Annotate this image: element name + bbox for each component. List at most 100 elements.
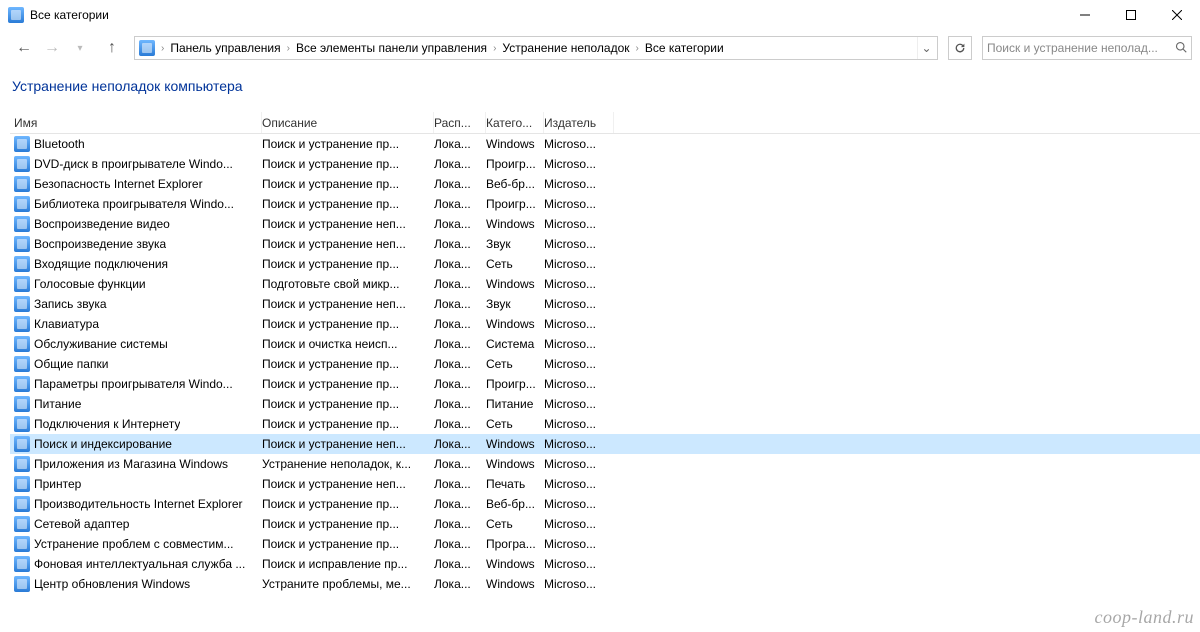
item-description: Поиск и устранение пр... [262, 517, 434, 531]
list-item[interactable]: Входящие подключенияПоиск и устранение п… [10, 254, 1200, 274]
item-name: Устранение проблем с совместим... [34, 537, 234, 551]
search-box[interactable] [982, 36, 1192, 60]
list-item[interactable]: ПитаниеПоиск и устранение пр...Лока...Пи… [10, 394, 1200, 414]
close-button[interactable] [1154, 0, 1200, 30]
item-name: Центр обновления Windows [34, 577, 190, 591]
list-item[interactable]: Параметры проигрывателя Windo...Поиск и … [10, 374, 1200, 394]
item-description: Поиск и устранение пр... [262, 157, 434, 171]
item-description: Поиск и устранение неп... [262, 477, 434, 491]
item-category: Проигр... [486, 197, 544, 211]
list-item[interactable]: BluetoothПоиск и устранение пр...Лока...… [10, 134, 1200, 154]
column-header-name[interactable]: Имя [10, 112, 262, 133]
item-icon [14, 316, 30, 332]
navbar: ← → ▾ ↑ › Панель управления › Все элемен… [0, 30, 1200, 66]
list-item[interactable]: Библиотека проигрывателя Windo...Поиск и… [10, 194, 1200, 214]
list-item[interactable]: Производительность Internet ExplorerПоис… [10, 494, 1200, 514]
breadcrumb-item[interactable]: Панель управления [166, 37, 284, 59]
column-header-publisher[interactable]: Издатель [544, 112, 614, 133]
column-header-category[interactable]: Катего... [486, 112, 544, 133]
address-bar[interactable]: › Панель управления › Все элементы панел… [134, 36, 938, 60]
list-item[interactable]: DVD-диск в проигрывателе Windo...Поиск и… [10, 154, 1200, 174]
list-item[interactable]: ПринтерПоиск и устранение неп...Лока...П… [10, 474, 1200, 494]
up-button[interactable]: ↑ [100, 36, 124, 60]
maximize-button[interactable] [1108, 0, 1154, 30]
list-item[interactable]: Сетевой адаптерПоиск и устранение пр...Л… [10, 514, 1200, 534]
item-icon [14, 236, 30, 252]
item-publisher: Microso... [544, 217, 614, 231]
forward-button[interactable]: → [40, 36, 64, 60]
address-dropdown[interactable]: ⌄ [917, 37, 935, 59]
item-category: Печать [486, 477, 544, 491]
item-category: Сеть [486, 517, 544, 531]
item-name: Сетевой адаптер [34, 517, 129, 531]
minimize-button[interactable] [1062, 0, 1108, 30]
list-item[interactable]: Подключения к Интернету Поиск и устранени… [10, 414, 1200, 434]
list-rows: BluetoothПоиск и устранение пр...Лока...… [10, 134, 1200, 594]
refresh-button[interactable] [948, 36, 972, 60]
item-category: Сеть [486, 257, 544, 271]
item-location: Лока... [434, 457, 486, 471]
list-item[interactable]: КлавиатураПоиск и устранение пр...Лока..… [10, 314, 1200, 334]
item-publisher: Microso... [544, 537, 614, 551]
item-name: Запись звука [34, 297, 107, 311]
item-description: Поиск и устранение пр... [262, 177, 434, 191]
item-icon [14, 576, 30, 592]
item-description: Подготовьте свой микр... [262, 277, 434, 291]
list-item[interactable]: Приложения из Магазина WindowsУстранение… [10, 454, 1200, 474]
list-item[interactable]: Воспроизведение звукаПоиск и устранение … [10, 234, 1200, 254]
item-publisher: Microso... [544, 277, 614, 291]
item-category: Windows [486, 577, 544, 591]
search-input[interactable] [987, 41, 1187, 55]
item-location: Лока... [434, 277, 486, 291]
item-icon [14, 356, 30, 372]
item-location: Лока... [434, 197, 486, 211]
column-header-location[interactable]: Расп... [434, 112, 486, 133]
back-button[interactable]: ← [12, 36, 36, 60]
item-description: Поиск и устранение неп... [262, 217, 434, 231]
item-name: Bluetooth [34, 137, 85, 151]
item-icon [14, 336, 30, 352]
item-description: Поиск и устранение пр... [262, 417, 434, 431]
item-publisher: Microso... [544, 397, 614, 411]
item-icon [14, 556, 30, 572]
list-item[interactable]: Обслуживание системы Поиск и очистка неис… [10, 334, 1200, 354]
item-publisher: Microso... [544, 417, 614, 431]
list-item[interactable]: Голосовые функцииПодготовьте свой микр..… [10, 274, 1200, 294]
item-icon [14, 496, 30, 512]
list-item[interactable]: Фоновая интеллектуальная служба ...Поиск… [10, 554, 1200, 574]
item-publisher: Microso... [544, 477, 614, 491]
item-publisher: Microso... [544, 177, 614, 191]
item-icon [14, 176, 30, 192]
breadcrumb-item[interactable]: Все элементы панели управления [292, 37, 491, 59]
item-name: Подключения к Интернету [34, 417, 180, 431]
list-item[interactable]: Безопасность Internet ExplorerПоиск и ус… [10, 174, 1200, 194]
breadcrumb-item[interactable]: Устранение неполадок [498, 37, 633, 59]
item-publisher: Microso... [544, 257, 614, 271]
list-item[interactable]: Поиск и индексированиеПоиск и устранение… [10, 434, 1200, 454]
column-header-description[interactable]: Описание [262, 112, 434, 133]
item-icon [14, 476, 30, 492]
list-item[interactable]: Центр обновления WindowsУстраните пробле… [10, 574, 1200, 594]
list-item[interactable]: Общие папки Поиск и устранение пр...Лока.… [10, 354, 1200, 374]
list-item[interactable]: Воспроизведение видеоПоиск и устранение … [10, 214, 1200, 234]
list-item[interactable]: Устранение проблем с совместим... Поиск и… [10, 534, 1200, 554]
item-category: Сеть [486, 417, 544, 431]
item-category: Питание [486, 397, 544, 411]
item-publisher: Microso... [544, 457, 614, 471]
item-location: Лока... [434, 237, 486, 251]
item-description: Поиск и устранение неп... [262, 297, 434, 311]
item-publisher: Microso... [544, 197, 614, 211]
titlebar: Все категории [0, 0, 1200, 30]
item-description: Поиск и устранение пр... [262, 357, 434, 371]
item-location: Лока... [434, 357, 486, 371]
item-publisher: Microso... [544, 337, 614, 351]
list-item[interactable]: Запись звукаПоиск и устранение неп...Лок… [10, 294, 1200, 314]
item-description: Поиск и устранение пр... [262, 317, 434, 331]
breadcrumb-item[interactable]: Все категории [641, 37, 728, 59]
item-name: Обслуживание системы [34, 337, 168, 351]
item-name: Общие папки [34, 357, 108, 371]
item-category: Звук [486, 237, 544, 251]
item-description: Поиск и устранение пр... [262, 537, 434, 551]
item-description: Поиск и очистка неисп... [262, 337, 434, 351]
recent-dropdown[interactable]: ▾ [68, 36, 92, 60]
